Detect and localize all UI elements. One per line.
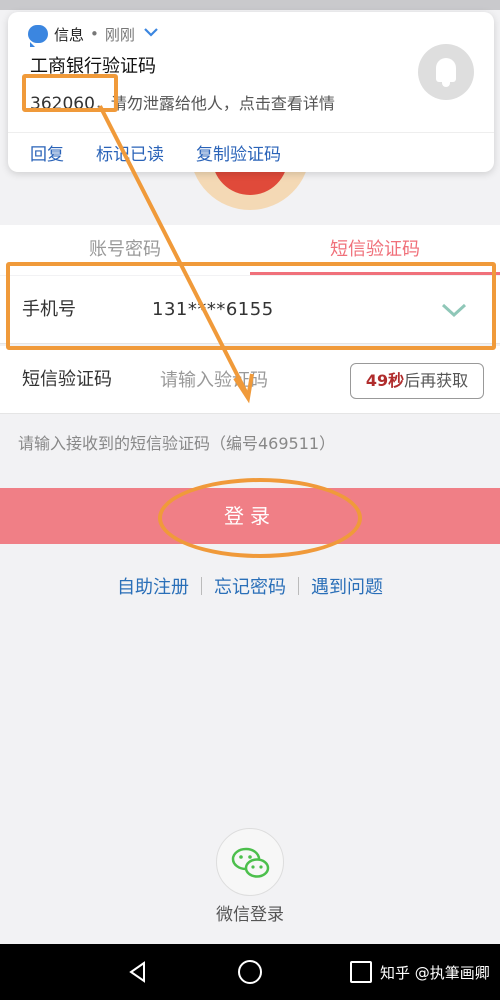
help-link[interactable]: 遇到问题 [299,573,395,599]
watermark-text: 知乎 @执筆画卿 [380,964,490,982]
phone-label: 手机号 [22,299,76,320]
chevron-down-icon[interactable] [143,26,159,42]
countdown-seconds: 49秒 [365,371,405,390]
notification-body-text: ，请勿泄露给他人，点击查看详情 [94,94,335,113]
back-triangle-icon[interactable] [126,960,150,988]
status-bar [0,0,500,10]
mark-read-button[interactable]: 标记已读 [96,140,164,165]
tab-sms-code[interactable]: 短信验证码 [250,225,500,275]
sms-code-label: 短信验证码 [22,369,112,390]
notification-header: 信息 • 刚刚 [28,22,159,47]
tab-account-password[interactable]: 账号密码 [0,225,250,275]
sms-code-input[interactable] [160,362,340,398]
self-register-link[interactable]: 自助注册 [105,573,201,599]
verification-code: 362060 [30,94,95,114]
copy-code-button[interactable]: 复制验证码 [196,140,281,165]
message-bubble-icon [28,25,48,47]
resend-suffix: 后再获取 [404,371,469,390]
sms-code-row: 短信验证码 49秒后再获取 [0,346,500,414]
helper-links: 自助注册 忘记密码 遇到问题 [0,568,500,604]
notification-time: 刚刚 [104,25,135,44]
wechat-login-label: 微信登录 [216,905,284,925]
sms-hint-text: 请输入接收到的短信验证码（编号469511） [18,434,336,453]
wechat-icon [231,847,270,878]
bell-icon[interactable] [418,44,474,100]
notification-actions: 回复 标记已读 复制验证码 [8,132,494,172]
chevron-down-icon[interactable] [440,298,467,322]
wechat-login-button[interactable] [216,828,284,896]
recent-square-icon[interactable] [350,961,372,983]
phone-row: 手机号 131****6155 [0,276,500,344]
reply-button[interactable]: 回复 [30,140,64,165]
notification-separator: • [90,25,99,43]
sms-notification-card[interactable]: 信息 • 刚刚 工商银行验证码 362060，请勿泄露给他人，点击查看详情 回复… [8,12,494,172]
notification-app-name: 信息 [54,25,85,44]
phone-number-value[interactable]: 131****6155 [152,276,274,344]
active-tab-indicator [250,272,500,275]
login-button[interactable]: 登录 [0,488,500,544]
navigation-bar: 知乎 @执筆画卿 [0,944,500,1000]
login-tabs: 账号密码 短信验证码 [0,225,500,275]
resend-code-button[interactable]: 49秒后再获取 [350,363,484,399]
home-circle-icon[interactable] [238,960,262,984]
notification-title: 工商银行验证码 [30,56,156,77]
notification-body: 362060，请勿泄露给他人，点击查看详情 [30,90,335,114]
forgot-password-link[interactable]: 忘记密码 [202,573,298,599]
